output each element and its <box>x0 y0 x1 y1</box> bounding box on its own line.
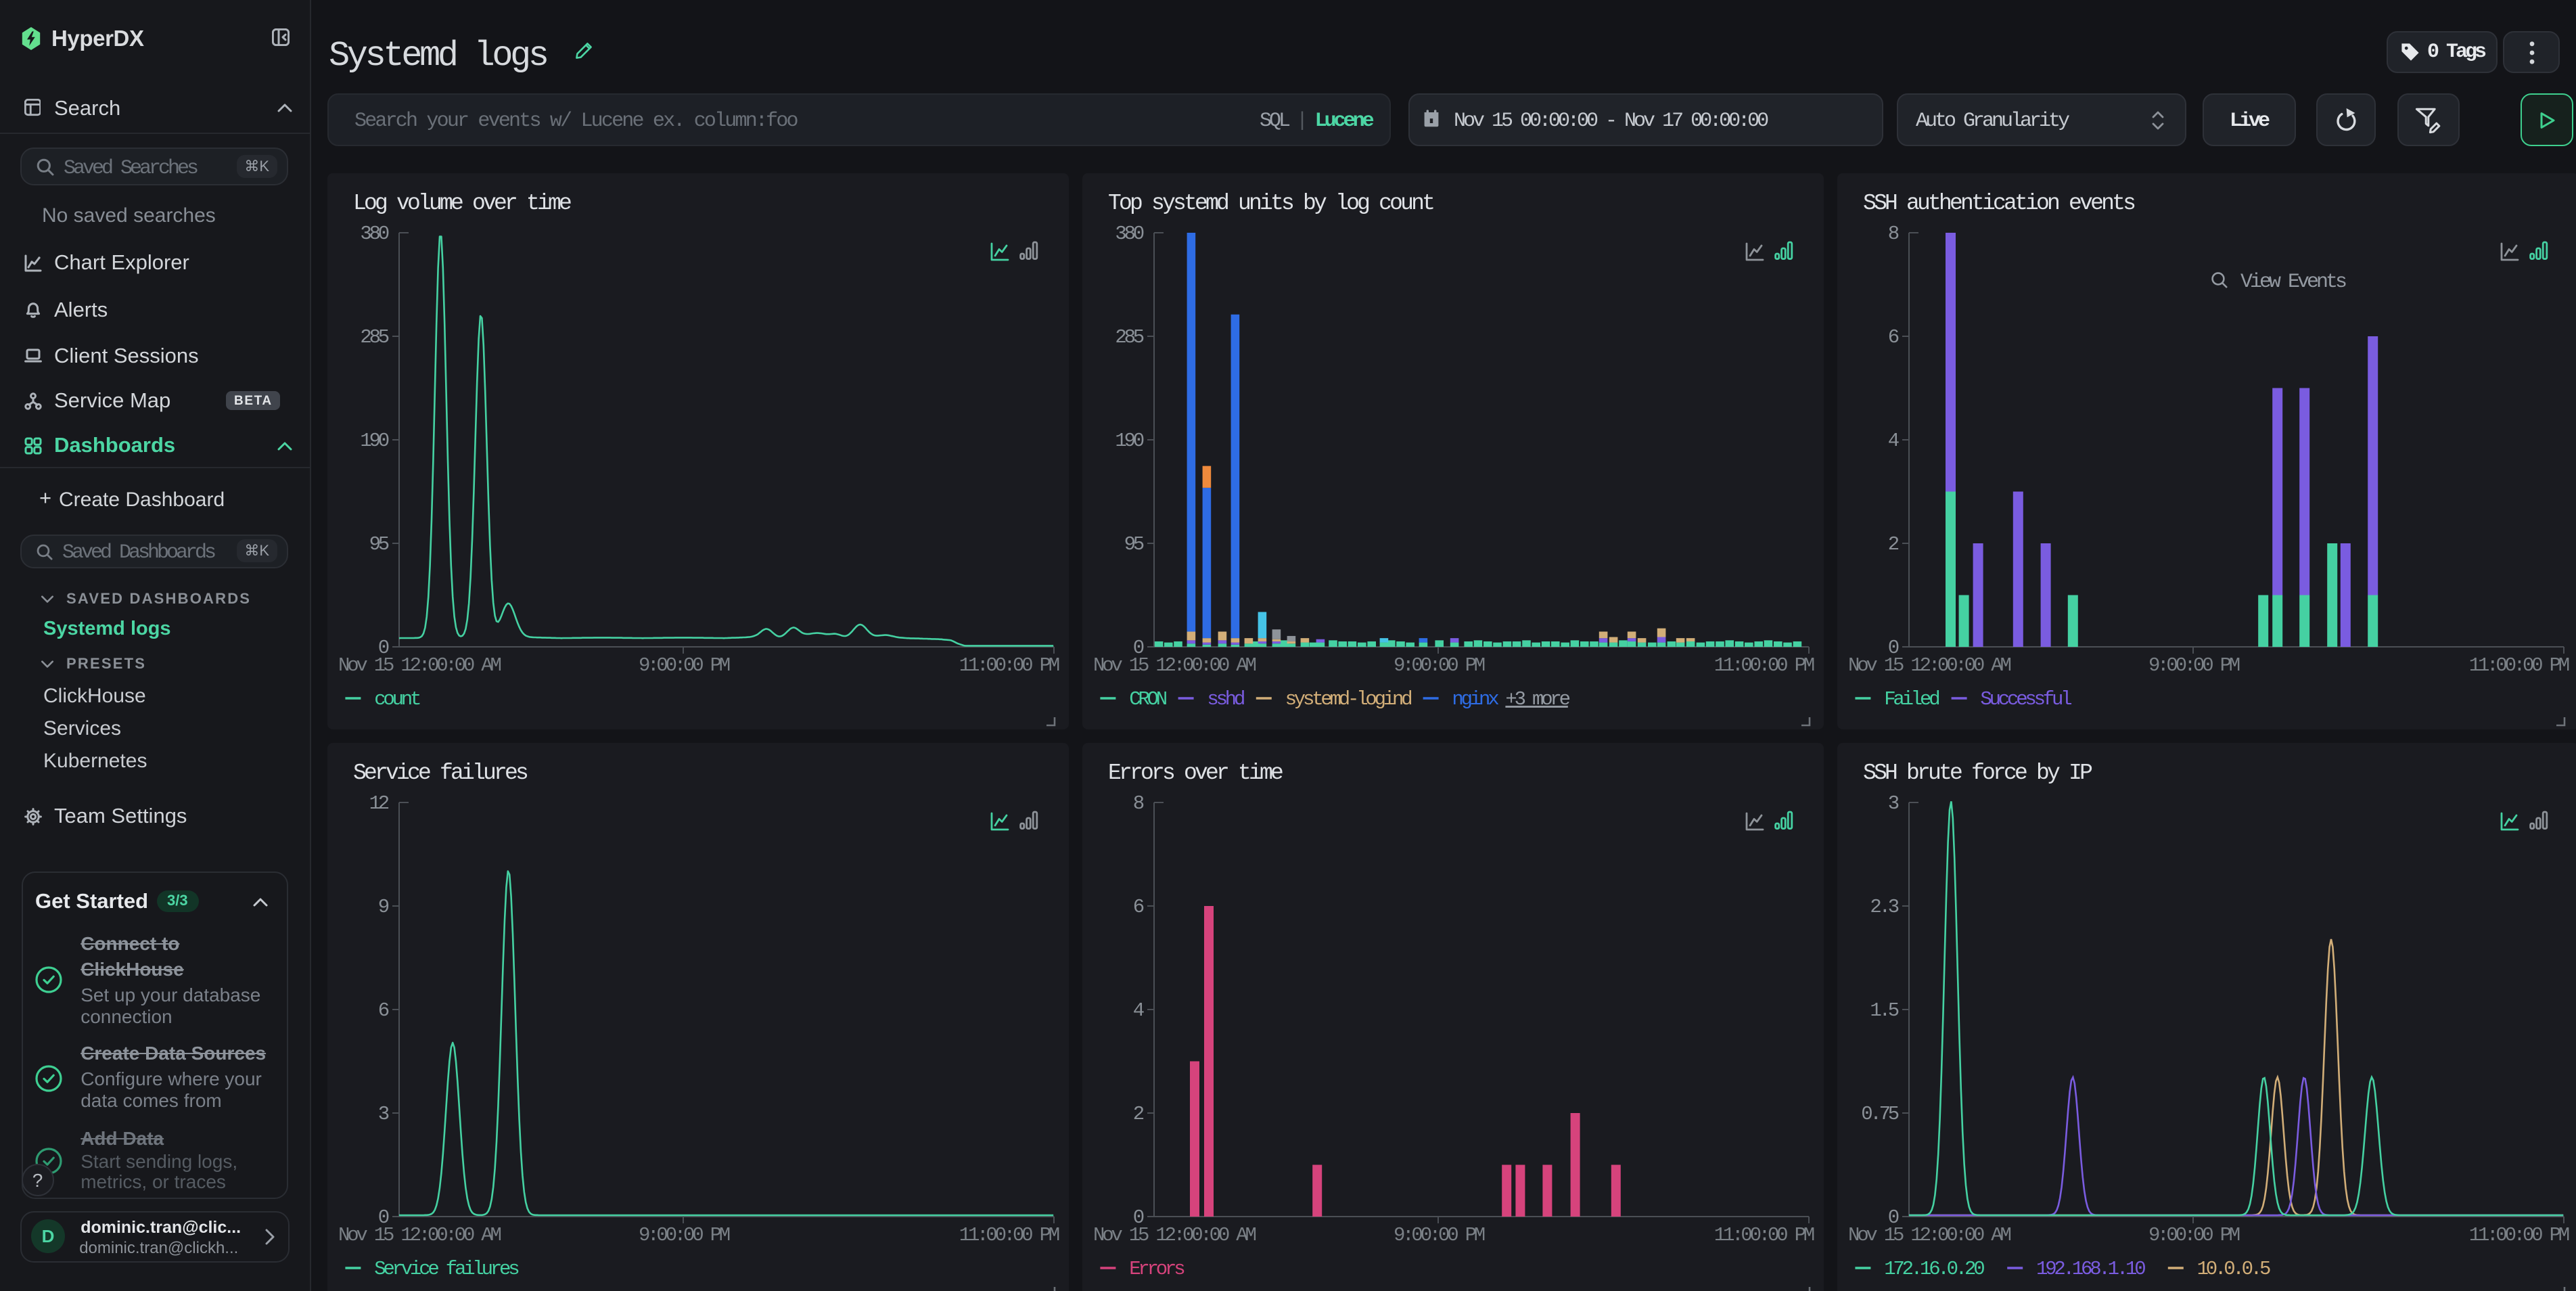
svg-text:6: 6 <box>1888 326 1899 348</box>
svg-text:9: 9 <box>378 895 389 918</box>
svg-text:9:00:00 PM: 9:00:00 PM <box>2148 1223 2240 1246</box>
svg-text:190: 190 <box>1115 430 1143 452</box>
svg-text:11:00:00 PM: 11:00:00 PM <box>959 654 1059 677</box>
svg-text:12: 12 <box>369 792 389 814</box>
svg-text:Nov 15 12:00:00 AM: Nov 15 12:00:00 AM <box>1848 654 2010 677</box>
svg-text:6: 6 <box>1133 895 1144 918</box>
svg-text:172.16.0.20: 172.16.0.20 <box>1884 1257 1984 1279</box>
svg-text:11:00:00 PM: 11:00:00 PM <box>959 1223 1059 1246</box>
svg-text:Nov 15 12:00:00 AM: Nov 15 12:00:00 AM <box>338 654 501 677</box>
svg-text:0.75: 0.75 <box>1861 1102 1899 1125</box>
svg-text:11:00:00 PM: 11:00:00 PM <box>2469 654 2569 677</box>
svg-text:380: 380 <box>1115 223 1143 245</box>
svg-text:9:00:00 PM: 9:00:00 PM <box>1394 1223 1485 1246</box>
svg-text:Service failures: Service failures <box>374 1257 519 1279</box>
svg-text:3: 3 <box>378 1102 389 1125</box>
svg-text:1.5: 1.5 <box>1870 999 1898 1021</box>
svg-text:9:00:00 PM: 9:00:00 PM <box>639 1223 730 1246</box>
svg-text:9:00:00 PM: 9:00:00 PM <box>2148 654 2240 677</box>
svg-text:380: 380 <box>360 223 388 245</box>
svg-text:10.0.0.5: 10.0.0.5 <box>2197 1257 2270 1279</box>
svg-text:+3 more: +3 more <box>1505 688 1569 710</box>
svg-text:95: 95 <box>1124 533 1144 556</box>
svg-text:nginx: nginx <box>1452 688 1499 710</box>
svg-text:Nov 15 12:00:00 AM: Nov 15 12:00:00 AM <box>1093 1223 1256 1246</box>
svg-text:11:00:00 PM: 11:00:00 PM <box>1714 1223 1814 1246</box>
svg-text:Nov 15 12:00:00 AM: Nov 15 12:00:00 AM <box>338 1223 501 1246</box>
svg-text:Failed: Failed <box>1884 688 1939 710</box>
svg-text:11:00:00 PM: 11:00:00 PM <box>1714 654 1814 677</box>
svg-text:Nov 15 12:00:00 AM: Nov 15 12:00:00 AM <box>1848 1223 2010 1246</box>
svg-text:9:00:00 PM: 9:00:00 PM <box>639 654 730 677</box>
svg-text:sshd: sshd <box>1207 688 1244 710</box>
svg-text:Top systemd units by log count: Top systemd units by log count <box>1108 191 1433 216</box>
svg-text:8: 8 <box>1133 792 1144 814</box>
svg-text:Errors over time: Errors over time <box>1108 760 1283 785</box>
svg-text:SSH authentication events: SSH authentication events <box>1863 191 2135 216</box>
svg-text:Successful: Successful <box>1980 688 2071 710</box>
svg-text:192.168.1.10: 192.168.1.10 <box>2036 1257 2145 1279</box>
svg-text:8: 8 <box>1888 223 1899 245</box>
svg-text:Errors: Errors <box>1129 1257 1184 1279</box>
svg-text:systemd-logind: systemd-logind <box>1285 688 1412 710</box>
svg-text:Nov 15 12:00:00 AM: Nov 15 12:00:00 AM <box>1093 654 1256 677</box>
svg-text:2.3: 2.3 <box>1870 895 1898 918</box>
svg-text:285: 285 <box>1115 326 1143 348</box>
svg-text:CRON: CRON <box>1129 688 1167 710</box>
svg-text:285: 285 <box>360 326 388 348</box>
svg-text:190: 190 <box>360 430 388 452</box>
svg-text:4: 4 <box>1888 430 1899 452</box>
svg-text:View Events: View Events <box>2240 271 2346 294</box>
svg-text:4: 4 <box>1133 999 1144 1021</box>
svg-text:2: 2 <box>1888 533 1899 556</box>
svg-text:Service failures: Service failures <box>353 760 528 785</box>
svg-text:2: 2 <box>1133 1102 1144 1125</box>
svg-text:SSH brute force by IP: SSH brute force by IP <box>1863 760 2092 785</box>
svg-text:Log volume over time: Log volume over time <box>353 191 571 216</box>
svg-text:9:00:00 PM: 9:00:00 PM <box>1394 654 1485 677</box>
svg-text:11:00:00 PM: 11:00:00 PM <box>2469 1223 2569 1246</box>
svg-text:6: 6 <box>378 999 389 1021</box>
svg-text:3: 3 <box>1888 792 1899 814</box>
svg-text:95: 95 <box>369 533 389 556</box>
svg-text:count: count <box>374 688 420 710</box>
